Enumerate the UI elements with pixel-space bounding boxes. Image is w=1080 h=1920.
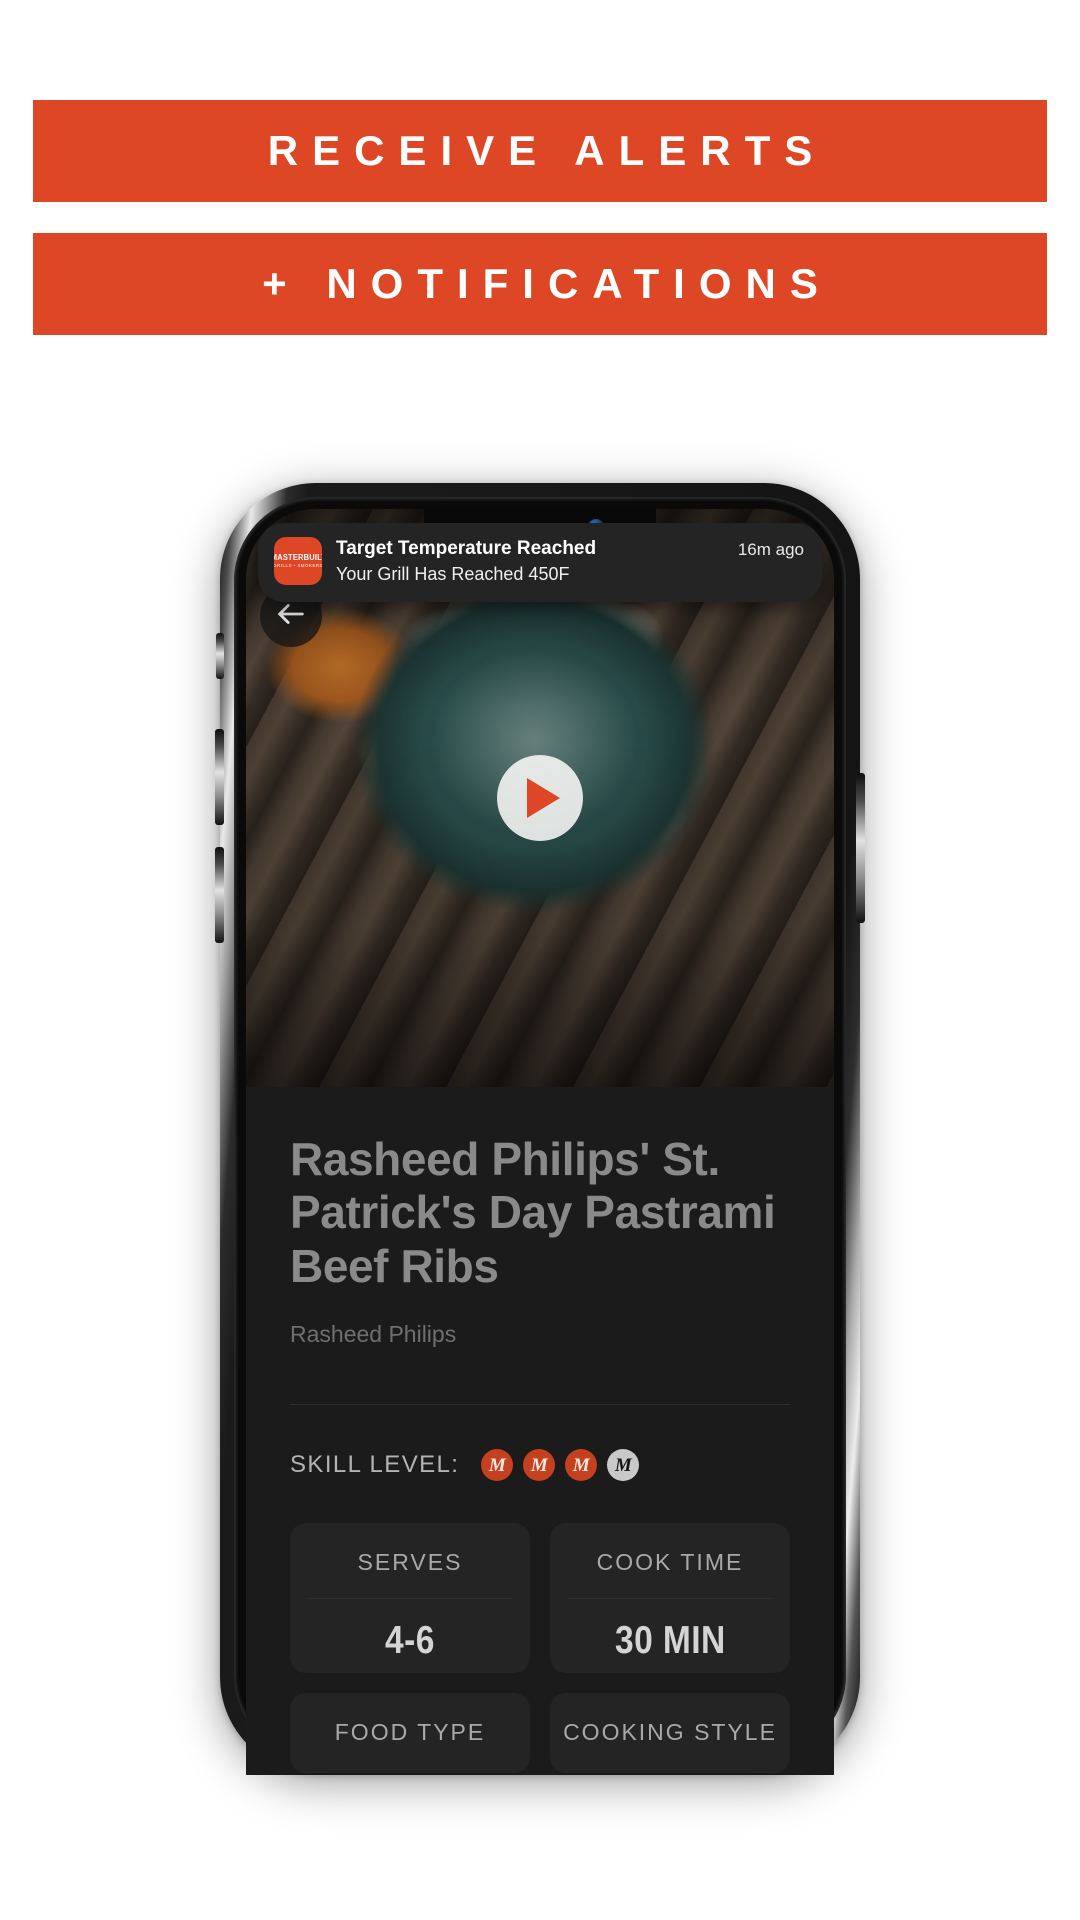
stat-value: 30 MIN bbox=[614, 1619, 726, 1663]
skill-badge-filled: M bbox=[523, 1449, 556, 1482]
back-arrow-icon bbox=[274, 597, 308, 636]
section-divider bbox=[290, 1404, 790, 1406]
skill-badge-empty: M bbox=[607, 1449, 640, 1482]
promo-banner-line-2-text: + NOTIFICATIONS bbox=[262, 260, 832, 307]
stat-label: COOK TIME bbox=[596, 1549, 744, 1576]
skill-level-label: SKILL LEVEL: bbox=[290, 1451, 460, 1479]
stat-card-serves: SERVES 4-6 bbox=[290, 1523, 530, 1674]
skill-level-row: SKILL LEVEL: M M M M bbox=[290, 1449, 790, 1482]
promo-banner-line-2: + NOTIFICATIONS bbox=[33, 233, 1047, 335]
notification-timestamp: 16m ago bbox=[737, 540, 804, 559]
play-icon bbox=[527, 778, 560, 818]
skill-badge-filled: M bbox=[565, 1449, 598, 1482]
recipe-title: Rasheed Philips' St. Patrick's Day Pastr… bbox=[290, 1133, 776, 1292]
phone-mockup: MASTERBUILT GRILLS • SMOKERS Target Temp… bbox=[215, 483, 865, 1775]
promo-banner-line-1-text: RECEIVE ALERTS bbox=[267, 127, 827, 174]
notification-message: Your Grill Has Reached 450F bbox=[336, 564, 570, 585]
stat-label: COOKING STYLE bbox=[563, 1719, 777, 1746]
promo-banners: RECEIVE ALERTS + NOTIFICATIONS bbox=[0, 0, 1080, 335]
app-icon-secondary-text: GRILLS • SMOKERS bbox=[274, 562, 322, 568]
stat-rule bbox=[306, 1598, 514, 1600]
stat-card-cooking-style: COOKING STYLE bbox=[550, 1693, 790, 1774]
recipe-detail-sheet: Rasheed Philips' St. Patrick's Day Pastr… bbox=[246, 1087, 834, 1775]
stat-rule bbox=[566, 1598, 774, 1600]
skill-level-badges: M M M M bbox=[481, 1449, 640, 1482]
recipe-author: Rasheed Philips bbox=[290, 1321, 457, 1348]
notification-body: Target Temperature Reached Your Grill Ha… bbox=[336, 537, 724, 586]
stat-card-cook-time: COOK TIME 30 MIN bbox=[550, 1523, 790, 1674]
volume-down-button[interactable] bbox=[215, 847, 224, 943]
notification-title: Target Temperature Reached bbox=[336, 538, 597, 559]
mute-switch-button[interactable] bbox=[216, 633, 224, 679]
push-notification-banner[interactable]: MASTERBUILT GRILLS • SMOKERS Target Temp… bbox=[258, 523, 822, 602]
promo-banner-line-1: RECEIVE ALERTS bbox=[33, 100, 1047, 202]
stat-card-food-type: FOOD TYPE bbox=[290, 1693, 530, 1774]
masterbuilt-app-icon: MASTERBUILT GRILLS • SMOKERS bbox=[274, 537, 322, 585]
play-video-button[interactable] bbox=[497, 755, 583, 841]
stat-label: SERVES bbox=[357, 1549, 463, 1576]
stat-value: 4-6 bbox=[385, 1619, 435, 1663]
phone-screen: MASTERBUILT GRILLS • SMOKERS Target Temp… bbox=[246, 509, 834, 1775]
stat-label: FOOD TYPE bbox=[334, 1719, 486, 1746]
volume-up-button[interactable] bbox=[215, 729, 224, 825]
app-icon-primary-text: MASTERBUILT bbox=[274, 552, 322, 562]
power-button[interactable] bbox=[856, 773, 865, 923]
recipe-stat-grid: SERVES 4-6 COOK TIME 30 MIN FOOD TYPE CO… bbox=[290, 1523, 790, 1774]
skill-badge-filled: M bbox=[481, 1449, 514, 1482]
